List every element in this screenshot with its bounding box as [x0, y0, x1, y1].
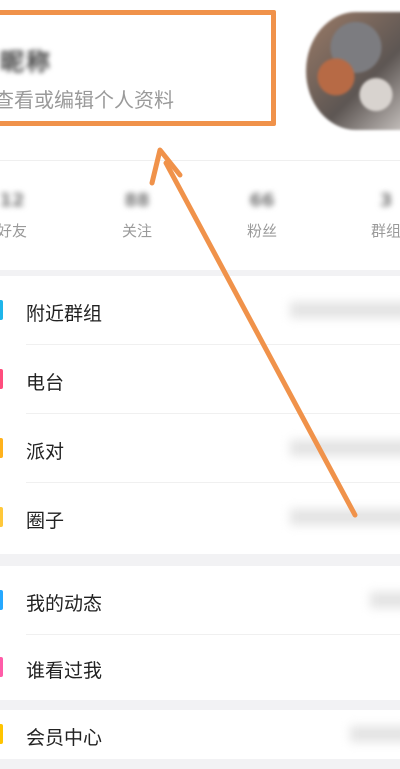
menu-item-label: 附近群组: [26, 303, 103, 325]
group-icon: [0, 300, 3, 320]
stat-value: 12: [0, 190, 25, 211]
party-icon: [0, 438, 3, 458]
menu-item-my-feed[interactable]: 我的动态: [0, 566, 400, 635]
menu-item-detail: [350, 726, 400, 742]
menu-group-activity: 我的动态 谁看过我: [0, 566, 400, 700]
menu-item-label: 派对: [26, 441, 65, 463]
menu-item-radio[interactable]: 电台: [0, 345, 400, 414]
avatar[interactable]: [306, 12, 400, 130]
circle-icon: [0, 507, 3, 527]
menu-item-label: 圈子: [26, 510, 65, 532]
radio-icon: [0, 369, 3, 389]
stat-groups[interactable]: 3 群组: [346, 190, 400, 241]
stat-friends[interactable]: 12 好友: [0, 190, 52, 241]
stat-value: 66: [249, 190, 275, 211]
vip-icon: [0, 724, 3, 744]
menu-item-visitors[interactable]: 谁看过我: [0, 633, 400, 702]
menu-group-vip: 会员中心: [0, 710, 400, 759]
menu-group-discover: 附近群组 电台 派对 圈子: [0, 276, 400, 554]
stat-label: 群组: [370, 222, 400, 240]
stat-following[interactable]: 88 关注: [97, 190, 177, 241]
stat-label: 关注: [121, 222, 152, 240]
menu-item-detail: [290, 440, 400, 456]
menu-item-detail: [370, 592, 400, 608]
menu-item-detail: [290, 509, 400, 525]
menu-item-label: 谁看过我: [26, 660, 103, 682]
menu-item-circle[interactable]: 圈子: [0, 483, 400, 552]
stat-label: 好友: [0, 222, 27, 240]
divider: [0, 160, 400, 161]
highlight-box: [0, 10, 276, 126]
stat-label: 粉丝: [246, 222, 277, 240]
stat-value: 88: [124, 190, 150, 211]
visitor-icon: [0, 657, 3, 677]
menu-item-label: 我的动态: [26, 593, 103, 615]
stat-fans[interactable]: 66 粉丝: [222, 190, 302, 241]
menu-item-label: 电台: [26, 372, 65, 394]
feed-icon: [0, 590, 3, 610]
stat-value: 3: [379, 190, 393, 211]
menu-item-party[interactable]: 派对: [0, 414, 400, 483]
menu-item-label: 会员中心: [26, 727, 103, 749]
menu-item-detail: [290, 302, 400, 318]
menu-item-nearby-groups[interactable]: 附近群组: [0, 276, 400, 345]
